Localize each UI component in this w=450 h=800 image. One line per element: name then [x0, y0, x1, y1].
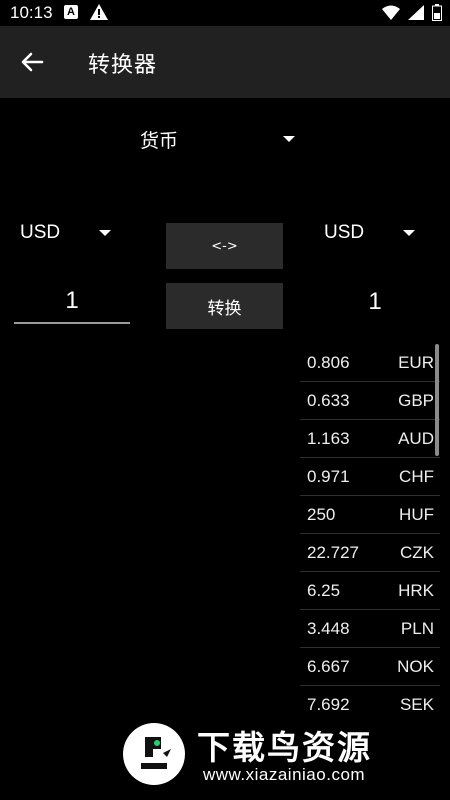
rate-code: CHF	[399, 467, 434, 486]
watermark-title: 下载鸟资源	[197, 728, 372, 767]
bird-logo-icon	[123, 723, 185, 785]
app-bar: 转换器	[0, 26, 450, 98]
chevron-down-icon	[283, 136, 295, 142]
rate-code: NOK	[397, 657, 434, 676]
chevron-down-icon	[99, 230, 111, 236]
rate-value: 1.163	[307, 429, 350, 448]
rate-code: GBP	[398, 391, 434, 410]
list-item[interactable]: 1.163 AUD	[300, 420, 440, 458]
status-bar: 10:13 A	[0, 0, 450, 26]
amount-input[interactable]	[14, 280, 130, 324]
converted-amount: 1	[368, 288, 382, 315]
rate-value: 0.806	[307, 353, 350, 372]
accessibility-notification-icon: A	[64, 5, 78, 19]
list-item[interactable]: 250 HUF	[300, 496, 440, 534]
from-currency-value: USD	[20, 222, 61, 243]
chevron-down-icon	[403, 230, 415, 236]
list-item[interactable]: 6.667 NOK	[300, 648, 440, 686]
convert-button[interactable]: 转换	[166, 283, 283, 329]
rate-value: 3.448	[307, 619, 350, 638]
status-icons	[382, 4, 442, 21]
list-item[interactable]: 22.727 CZK	[300, 534, 440, 572]
warning-icon	[90, 4, 108, 25]
swap-button[interactable]: <->	[166, 223, 283, 269]
list-item[interactable]: 0.971 CHF	[300, 458, 440, 496]
rate-value: 6.25	[307, 581, 341, 600]
rates-scrollbar[interactable]	[435, 344, 439, 456]
to-currency-value: USD	[324, 222, 365, 243]
rate-value: 0.633	[307, 391, 350, 410]
rates-list[interactable]: 0.806 EUR 0.633 GBP 1.163 AUD 0.971 CHF 250 H…	[300, 344, 440, 718]
signal-icon	[408, 5, 424, 20]
rate-code: AUD	[398, 429, 434, 448]
to-currency-spinner[interactable]: USD	[318, 214, 428, 252]
list-item[interactable]: 0.806 EUR	[300, 344, 440, 382]
rate-value: 22.727	[307, 543, 359, 562]
rate-value: 7.692	[307, 695, 350, 714]
status-time: 10:13	[10, 3, 53, 22]
rate-code: HRK	[398, 581, 434, 600]
rate-code: PLN	[400, 619, 434, 638]
battery-icon	[432, 4, 442, 21]
list-item[interactable]: 6.25 HRK	[300, 572, 440, 610]
page-title: 转换器	[88, 53, 158, 78]
watermark-banner: 下载鸟资源 www.xiazainiao.com	[117, 713, 450, 800]
rate-value: 6.667	[307, 657, 350, 676]
rate-value: 250	[307, 505, 336, 524]
rate-code: SEK	[399, 695, 434, 714]
wifi-icon	[382, 5, 400, 20]
back-arrow-icon[interactable]	[18, 48, 46, 76]
list-item[interactable]: 0.633 GBP	[300, 382, 440, 420]
watermark-url: www.xiazainiao.com	[203, 765, 366, 784]
category-spinner[interactable]: 货币	[130, 118, 310, 158]
rate-code: HUF	[399, 505, 434, 524]
rate-code: CZK	[400, 543, 434, 562]
category-spinner-value: 货币	[140, 130, 179, 152]
from-currency-spinner[interactable]: USD	[14, 214, 124, 252]
list-item[interactable]: 3.448 PLN	[300, 610, 440, 648]
rate-code: EUR	[398, 353, 434, 372]
rate-value: 0.971	[307, 467, 350, 486]
